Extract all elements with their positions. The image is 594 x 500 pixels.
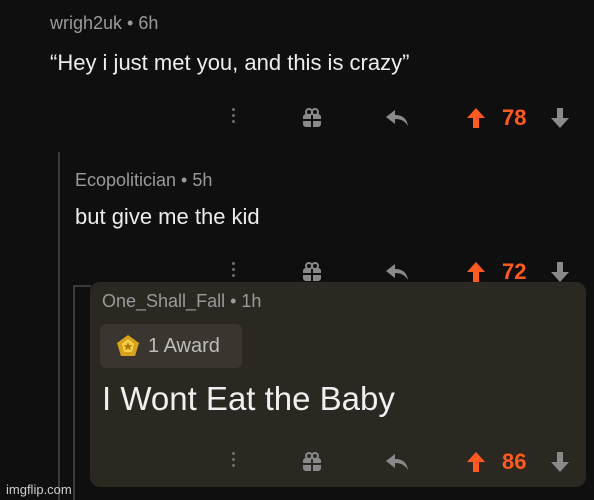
comment-2-body: but give me the kid: [75, 204, 260, 229]
more-icon[interactable]: [228, 103, 238, 127]
comment-1-actions: 78: [0, 103, 594, 133]
score: 78: [502, 105, 527, 130]
reply-icon[interactable]: [382, 447, 412, 477]
gift-icon[interactable]: [300, 447, 324, 477]
comment-3-username[interactable]: One_Shall_Fall • 1h: [102, 291, 261, 312]
downvote-icon[interactable]: [548, 103, 572, 133]
comment-2-username[interactable]: Ecopolitician • 5h: [75, 170, 212, 191]
upvote-icon[interactable]: [464, 103, 488, 133]
reply-icon[interactable]: [382, 103, 412, 133]
comment-3-actions: 86: [0, 447, 594, 477]
downvote-icon[interactable]: [548, 447, 572, 477]
score: 86: [502, 449, 527, 474]
more-icon[interactable]: [228, 447, 238, 471]
comment-1-username[interactable]: wrigh2uk • 6h: [50, 13, 158, 34]
gift-icon[interactable]: [300, 103, 324, 133]
comment-1-body: “Hey i just met you, and this is crazy”: [50, 50, 410, 75]
award-badge[interactable]: 1 Award: [100, 324, 242, 368]
watermark: imgflip.com: [6, 482, 72, 497]
comment-3-body: I Wont Eat the Baby: [102, 380, 395, 417]
award-icon: [116, 334, 140, 358]
more-icon[interactable]: [228, 257, 238, 281]
upvote-icon[interactable]: [464, 447, 488, 477]
award-label: 1 Award: [148, 334, 220, 357]
